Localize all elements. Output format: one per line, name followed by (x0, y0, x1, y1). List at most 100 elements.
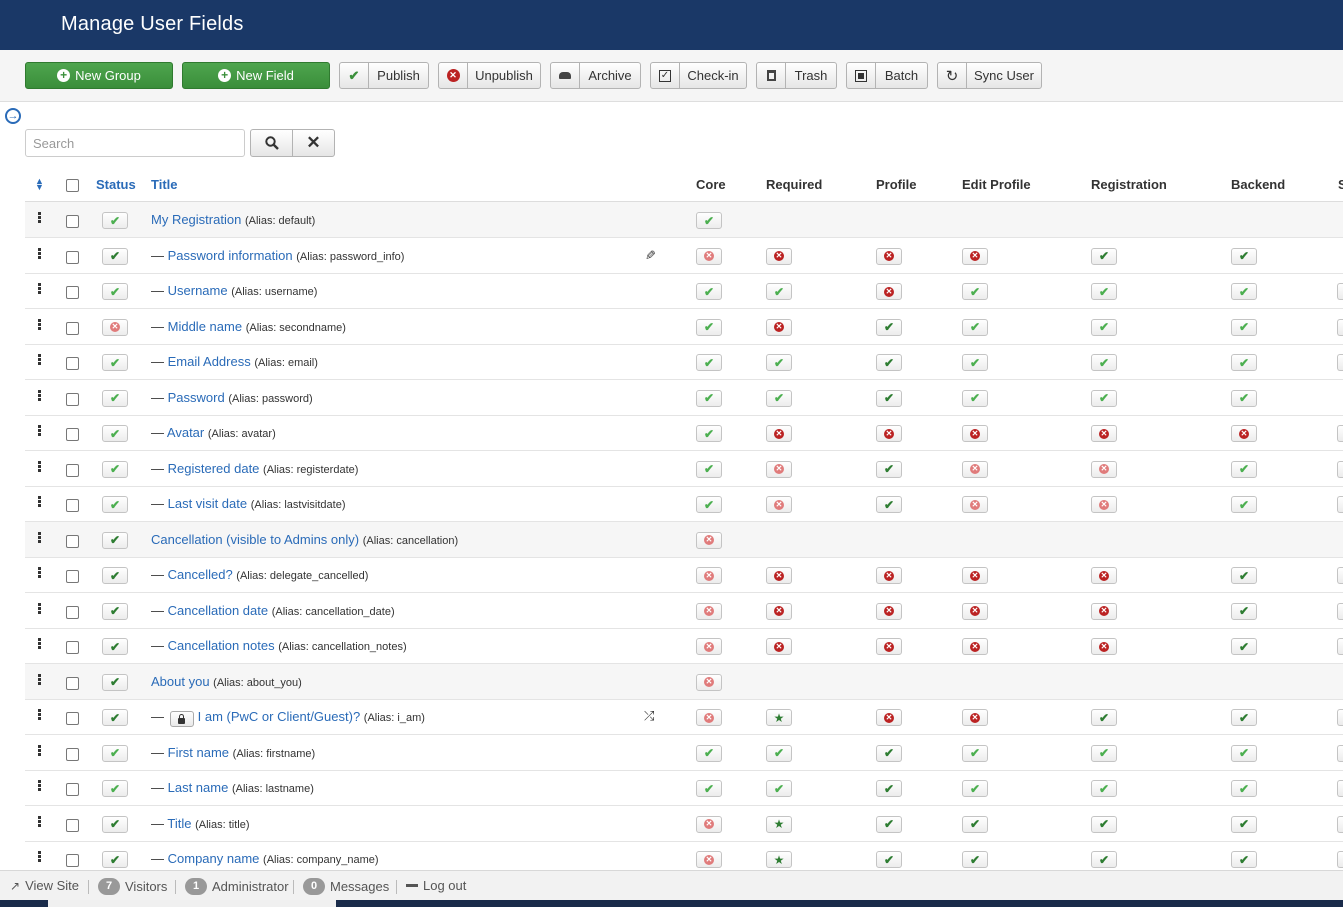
row-checkbox[interactable] (66, 605, 79, 619)
backend-toggle[interactable]: ✔ (1231, 815, 1257, 833)
extra-toggle[interactable] (1337, 283, 1343, 300)
registration-toggle[interactable]: ✔ (1091, 815, 1117, 833)
status-toggle[interactable]: ✔ (102, 567, 128, 584)
new-field-button[interactable]: + New Field (182, 62, 330, 89)
drag-handle-icon[interactable] (38, 567, 41, 579)
row-checkbox[interactable] (66, 499, 79, 512)
extra-toggle[interactable] (1337, 318, 1343, 336)
backend-toggle[interactable]: ✕ (1231, 425, 1257, 442)
field-title-link[interactable]: Cancelled? (168, 567, 233, 582)
profile-toggle[interactable]: ✔ (876, 496, 902, 513)
required-toggle[interactable]: ✔ (766, 780, 792, 797)
row-checkbox[interactable] (66, 676, 79, 690)
profile-toggle[interactable]: ✔ (876, 318, 902, 336)
edit-profile-toggle[interactable]: ✔ (962, 815, 988, 833)
required-toggle[interactable]: ✕ (766, 425, 792, 442)
field-title-link[interactable]: Last visit date (168, 496, 248, 511)
profile-toggle[interactable]: ✔ (876, 744, 902, 762)
edit-profile-toggle[interactable]: ✕ (962, 602, 988, 620)
backend-toggle[interactable]: ✔ (1231, 638, 1257, 655)
row-checkbox[interactable] (66, 534, 79, 548)
core-toggle[interactable]: ✕ (696, 531, 722, 549)
core-toggle[interactable]: ✔ (696, 389, 722, 407)
registration-toggle[interactable]: ✕ (1091, 496, 1117, 513)
required-toggle[interactable]: ✕ (766, 247, 792, 265)
column-status[interactable]: Status (96, 177, 136, 192)
extra-toggle[interactable] (1337, 567, 1343, 584)
field-title-link[interactable]: Username (168, 283, 228, 298)
registration-toggle[interactable]: ✔ (1091, 318, 1117, 336)
field-title-link[interactable]: Avatar (167, 425, 204, 440)
drag-handle-icon[interactable] (38, 283, 41, 295)
profile-toggle[interactable]: ✕ (876, 425, 902, 442)
drag-handle-icon[interactable] (38, 531, 41, 544)
status-toggle[interactable]: ✔ (102, 425, 128, 442)
drag-handle-icon[interactable] (38, 460, 41, 473)
edit-profile-toggle[interactable]: ✕ (962, 247, 988, 265)
registration-toggle[interactable]: ✔ (1091, 851, 1117, 868)
drag-handle-icon[interactable] (38, 318, 41, 331)
registration-toggle[interactable]: ✕ (1091, 425, 1117, 442)
field-title-link[interactable]: About you (151, 674, 210, 689)
status-toggle[interactable]: ✔ (102, 673, 128, 691)
backend-toggle[interactable]: ✔ (1231, 318, 1257, 336)
status-toggle[interactable]: ✔ (102, 744, 128, 762)
select-all-checkbox[interactable] (66, 179, 79, 192)
core-toggle[interactable]: ✔ (696, 354, 722, 371)
extra-toggle[interactable] (1337, 460, 1343, 478)
edit-profile-toggle[interactable]: ✔ (962, 780, 988, 797)
row-checkbox[interactable] (66, 392, 79, 406)
drag-handle-icon[interactable] (38, 247, 41, 260)
edit-profile-toggle[interactable]: ✕ (962, 638, 988, 655)
status-toggle[interactable]: ✔ (102, 354, 128, 371)
field-title-link[interactable]: Title (167, 816, 191, 831)
backend-toggle[interactable]: ✔ (1231, 709, 1257, 726)
core-toggle[interactable]: ✕ (696, 815, 722, 833)
core-toggle[interactable]: ✔ (696, 212, 722, 229)
extra-toggle[interactable] (1337, 744, 1343, 762)
core-toggle[interactable]: ✔ (696, 780, 722, 797)
core-toggle[interactable]: ✕ (696, 567, 722, 584)
profile-toggle[interactable]: ✔ (876, 780, 902, 797)
profile-toggle[interactable]: ✔ (876, 389, 902, 407)
core-toggle[interactable]: ✔ (696, 744, 722, 762)
core-toggle[interactable]: ✔ (696, 496, 722, 513)
field-title-link[interactable]: Cancellation notes (168, 638, 275, 653)
row-checkbox[interactable] (66, 854, 79, 867)
backend-toggle[interactable]: ✔ (1231, 354, 1257, 371)
extra-toggle[interactable] (1337, 851, 1343, 868)
backend-toggle[interactable]: ✔ (1231, 389, 1257, 407)
core-toggle[interactable]: ✕ (696, 602, 722, 620)
field-title-link[interactable]: Email Address (168, 354, 251, 369)
sync-user-button[interactable]: ↻ Sync User (937, 62, 1042, 89)
registration-toggle[interactable]: ✔ (1091, 709, 1117, 726)
row-checkbox[interactable] (66, 570, 79, 583)
registration-toggle[interactable]: ✕ (1091, 460, 1117, 478)
edit-profile-toggle[interactable]: ✕ (962, 567, 988, 584)
status-toggle[interactable]: ✔ (102, 212, 128, 229)
field-title-link[interactable]: Password (168, 390, 225, 405)
drag-handle-icon[interactable] (38, 602, 41, 615)
view-site-link[interactable]: ↗ View Site (10, 878, 79, 893)
backend-toggle[interactable]: ✔ (1231, 780, 1257, 797)
backend-toggle[interactable]: ✔ (1231, 567, 1257, 584)
required-toggle[interactable]: ★ (766, 851, 792, 868)
row-checkbox[interactable] (66, 286, 79, 299)
core-toggle[interactable]: ✕ (696, 851, 722, 868)
edit-profile-toggle[interactable]: ✕ (962, 425, 988, 442)
drag-handle-icon[interactable] (38, 389, 41, 402)
field-title-link[interactable]: Middle name (168, 319, 242, 334)
row-checkbox[interactable] (66, 783, 79, 796)
profile-toggle[interactable]: ✕ (876, 283, 902, 300)
profile-toggle[interactable]: ✕ (876, 247, 902, 265)
drag-handle-icon[interactable] (38, 851, 41, 863)
unpublish-button[interactable]: ✕ Unpublish (438, 62, 541, 89)
backend-toggle[interactable]: ✔ (1231, 851, 1257, 868)
edit-profile-toggle[interactable]: ✔ (962, 851, 988, 868)
drag-handle-icon[interactable] (38, 709, 41, 721)
status-toggle[interactable]: ✔ (102, 638, 128, 655)
extra-toggle[interactable] (1337, 602, 1343, 620)
administrator-link[interactable]: 1 Administrator (185, 878, 289, 895)
visitors-link[interactable]: 7 Visitors (98, 878, 167, 895)
required-toggle[interactable]: ✔ (766, 354, 792, 371)
